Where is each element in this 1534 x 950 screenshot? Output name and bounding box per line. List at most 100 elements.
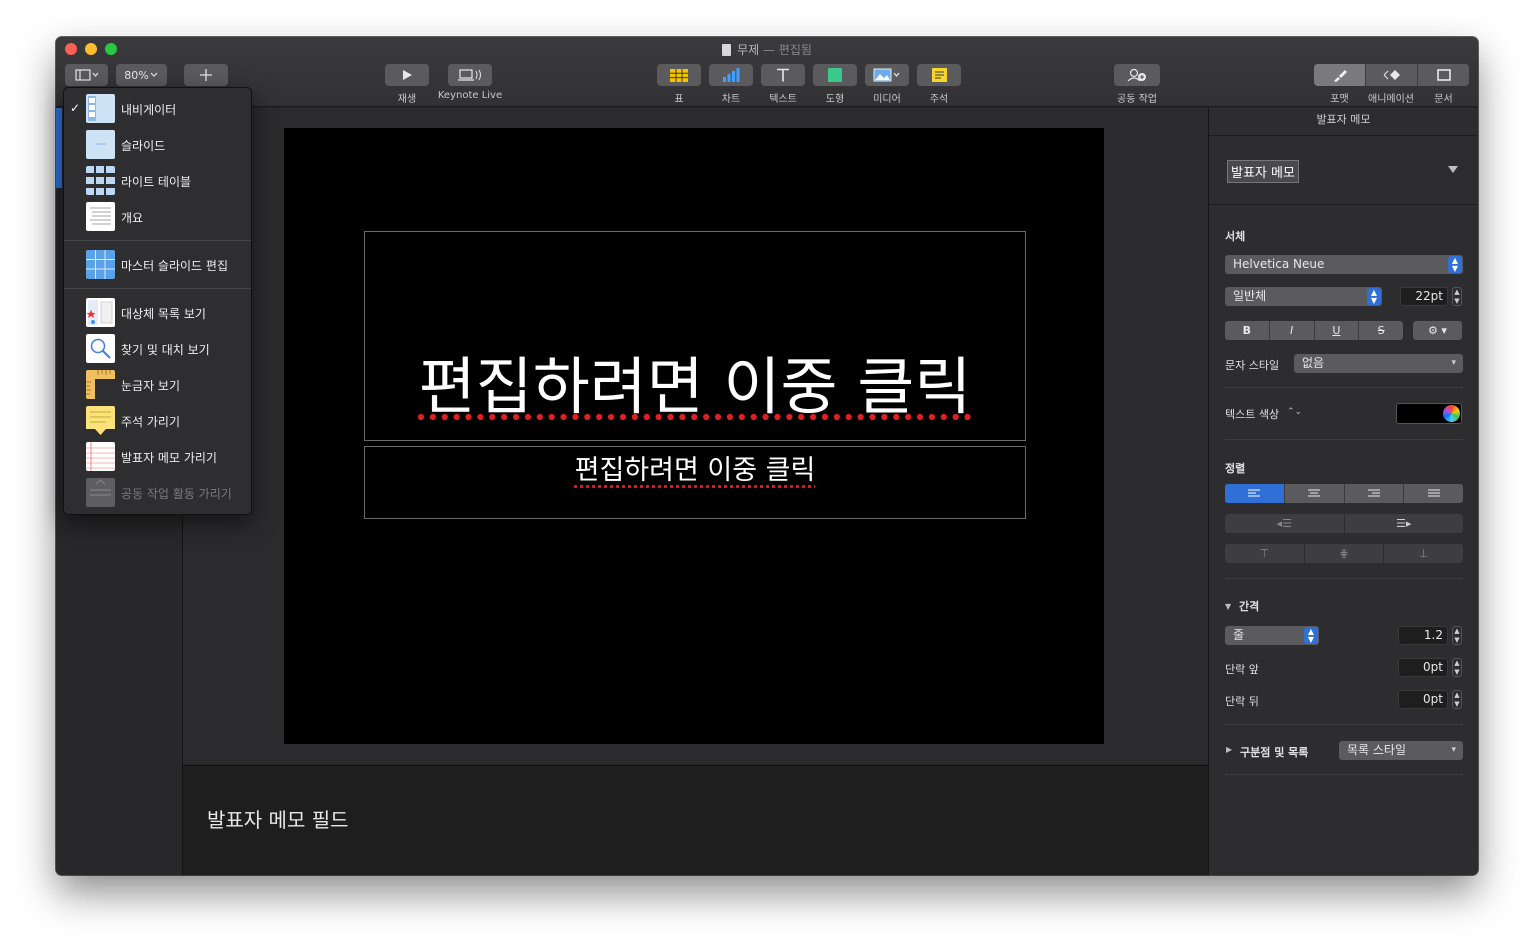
space-after-field[interactable]: 0pt [1398,690,1448,709]
chart-icon [723,68,740,82]
align-right-button[interactable] [1345,484,1405,503]
font-weight-select[interactable]: 일반체 ▲ ▼ [1225,287,1382,306]
sidebar-view-icon [74,69,98,81]
menu-item-label: 발표자 메모 가리기 [121,451,217,465]
collaborate-button[interactable] [1114,64,1160,86]
slide[interactable]: 편집하려면 이중 클릭 편집하려면 이중 클릭 [284,128,1104,744]
align-top-button[interactable]: ⊤ [1225,544,1305,563]
text-style-buttons: B I U S [1225,321,1403,340]
font-size-stepper[interactable]: ▲ ▼ [1452,287,1462,306]
plus-icon [200,69,212,81]
presenter-notes-icon [86,442,115,471]
stepper-icon: ▲ ▼ [1304,627,1318,644]
menu-item-show-rulers[interactable]: 눈금자 보기 [64,367,251,401]
strikethrough-button[interactable]: S [1359,321,1403,340]
space-before-stepper[interactable]: ▲ ▼ [1452,658,1462,677]
align-right-icon [1367,489,1380,497]
line-spacing-mode-select[interactable]: 줄 ▲ ▼ [1225,626,1319,645]
increase-indent-button[interactable]: ☰▸ [1345,514,1464,533]
align-bottom-button[interactable]: ⊥ [1384,544,1463,563]
menu-item-label: 주석 가리기 [121,415,181,429]
paragraph-style-disclosure-icon[interactable] [1448,166,1458,173]
text-color-well[interactable] [1396,403,1462,424]
keynote-window: 무제 — 편집됨 80% 재생 Keynote Live 표 차트 텍스트 도형… [56,37,1478,875]
collaboration-activity-icon [86,478,115,507]
align-bottom-icon: ⊥ [1418,547,1429,560]
italic-button[interactable]: I [1270,321,1315,340]
menu-item-find-replace[interactable]: 찾기 및 대치 보기 [64,331,251,365]
menu-item-label: 라이트 테이블 [121,175,192,189]
font-family-select[interactable]: Helvetica Neue ▲ ▼ [1225,255,1463,274]
shape-button[interactable] [813,64,857,86]
menu-item-hide-presenter-notes[interactable]: 발표자 메모 가리기 [64,439,251,473]
list-style-select[interactable]: 목록 스타일 ▾ [1339,741,1463,760]
align-center-button[interactable] [1285,484,1345,503]
space-before-field[interactable]: 0pt [1398,658,1448,677]
keynote-live-icon [458,69,481,81]
slide-canvas[interactable]: 편집하려면 이중 클릭 편집하려면 이중 클릭 [183,108,1208,764]
document-icon [1436,69,1451,81]
underline-button[interactable]: U [1315,321,1360,340]
selected-slide-indicator [56,108,62,188]
align-justify-icon [1427,489,1440,497]
spacing-disclosure-icon[interactable]: ▼ [1225,602,1231,611]
color-wheel-icon[interactable] [1443,405,1460,422]
table-button[interactable] [657,64,701,86]
presenter-notes-text[interactable]: 발표자 메모 필드 [207,804,349,833]
char-style-value: 없음 [1302,356,1325,370]
menu-item-outline[interactable]: 개요 [64,199,251,233]
collaborate-icon [1127,68,1146,82]
align-section-label: 정렬 [1225,462,1246,475]
titlebar: 무제 — 편집됨 80% 재생 Keynote Live 표 차트 텍스트 도형… [56,37,1478,107]
subtitle-placeholder[interactable]: 편집하려면 이중 클릭 [364,446,1026,519]
stepper-icon: ▲ ▼ [1367,288,1381,305]
menu-item-light-table[interactable]: 라이트 테이블 [64,163,251,197]
add-slide-button[interactable] [184,64,228,86]
menu-item-edit-master[interactable]: 마스터 슬라이드 편집 [64,247,251,281]
align-middle-button[interactable]: ⋕ [1305,544,1385,563]
paragraph-style[interactable]: 발표자 메모 [1227,160,1299,183]
tab-document[interactable] [1418,64,1469,86]
char-style-select[interactable]: 없음 ▾ [1294,354,1463,373]
title-placeholder[interactable]: 편집하려면 이중 클릭 [364,231,1026,441]
subtitle-placeholder-text: 편집하려면 이중 클릭 [574,455,816,486]
keynote-live-button[interactable] [448,64,492,86]
table-label: 표 [674,94,684,105]
comment-button[interactable] [917,64,961,86]
menu-item-hide-comments[interactable]: 주석 가리기 [64,403,251,437]
char-style-label: 문자 스타일 [1225,359,1280,372]
tab-animate[interactable] [1366,64,1417,86]
chart-label: 차트 [721,94,741,105]
font-family-value: Helvetica Neue [1233,257,1325,271]
text-options-button[interactable]: ⚙︎ ▾ [1413,321,1462,340]
bold-button[interactable]: B [1225,321,1270,340]
view-menu-button[interactable] [65,64,108,86]
edited-status: — 편집됨 [762,43,812,57]
font-size-field[interactable]: 22pt [1400,287,1448,306]
text-button[interactable] [761,64,805,86]
text-color-toggle-icon[interactable]: ⌃⌄ [1287,407,1302,417]
media-button[interactable] [865,64,909,86]
line-spacing-stepper[interactable]: ▲ ▼ [1452,626,1462,645]
align-left-button[interactable] [1225,484,1285,503]
align-left-icon [1248,489,1261,497]
play-button[interactable] [385,64,429,86]
bullets-disclosure-icon[interactable]: ▶ [1226,745,1232,754]
alignment-buttons [1225,484,1463,503]
tab-format[interactable] [1314,64,1365,86]
space-after-stepper[interactable]: ▲ ▼ [1452,690,1462,709]
decrease-indent-button[interactable]: ◂☰ [1225,514,1345,533]
line-spacing-field[interactable]: 1.2 [1398,626,1448,645]
zoom-select[interactable]: 80% [116,64,167,86]
divider [1225,724,1463,725]
menu-item-hide-collaboration: 공동 작업 활동 가리기 [64,475,251,509]
align-justify-button[interactable] [1404,484,1463,503]
shape-label: 도형 [825,94,845,105]
chart-button[interactable] [709,64,753,86]
presenter-notes[interactable]: 발표자 메모 필드 [183,765,1208,875]
menu-item-slide-only[interactable]: 슬라이드 [64,127,251,161]
menu-item-object-list[interactable]: 대상체 목록 보기 [64,295,251,329]
menu-item-navigator[interactable]: ✓ 내비게이터 [64,91,251,125]
window-title: 무제 — 편집됨 [56,41,1478,58]
document-title: 무제 [737,43,760,57]
